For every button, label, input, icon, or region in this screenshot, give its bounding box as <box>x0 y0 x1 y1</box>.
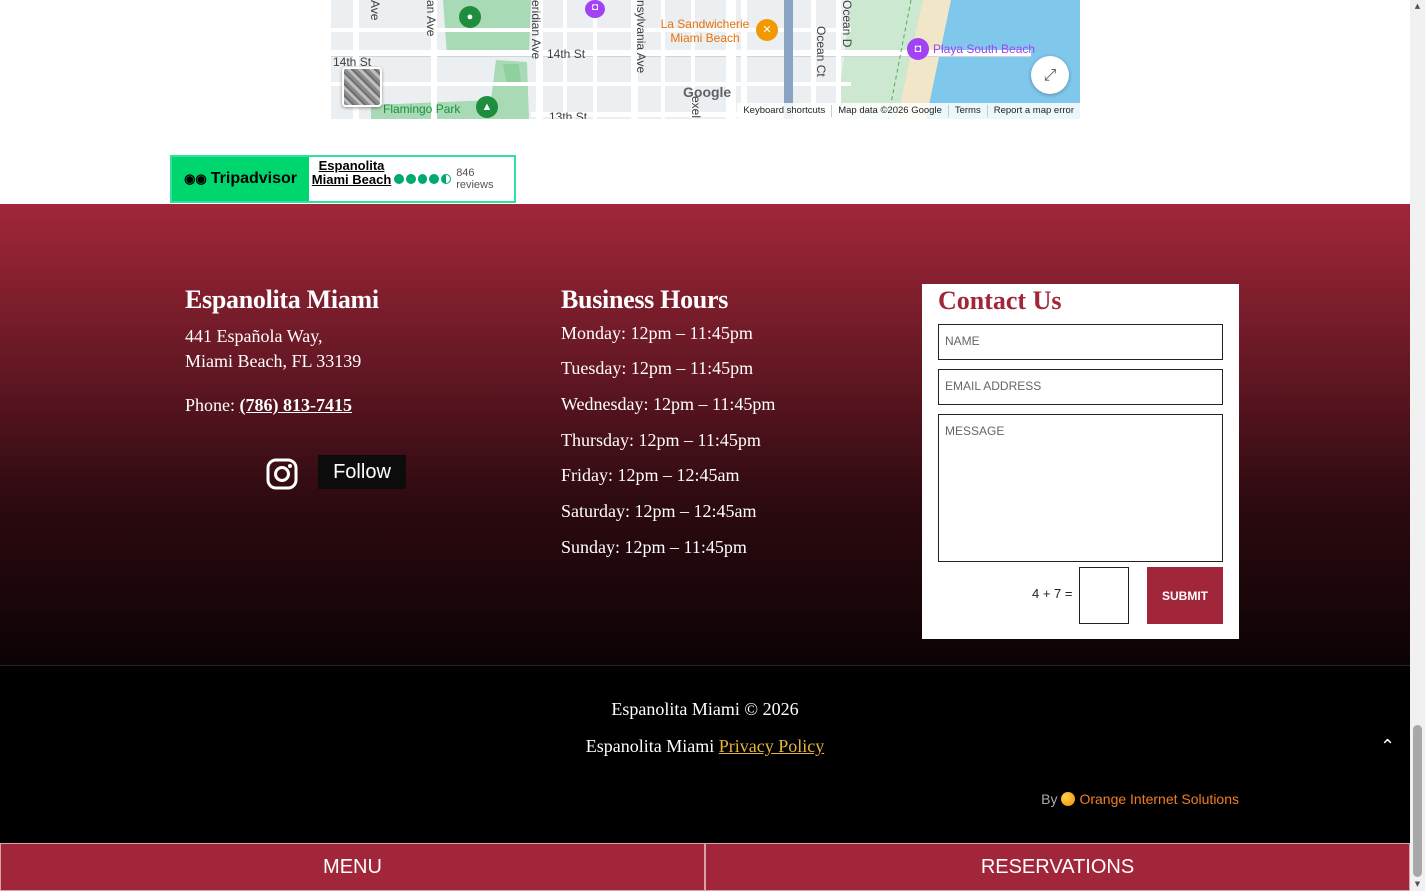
rating-bubble-icon <box>417 174 428 184</box>
report-map-error-link[interactable]: Report a map error <box>986 105 1080 117</box>
street-label: nsylvania Ave <box>634 0 648 74</box>
tripadvisor-widget[interactable]: ◉◉ Tripadvisor Espanolita Miami Beach 84… <box>170 155 516 203</box>
scrollbar[interactable]: ▲ ▼ <box>1410 0 1425 891</box>
copyright: Espanolita Miami © 2026 <box>611 699 799 719</box>
scroll-up-arrow-icon[interactable]: ▲ <box>1413 2 1422 10</box>
scrollbar-thumb[interactable] <box>1413 725 1422 877</box>
restaurant-pin-icon[interactable]: ✕ <box>756 19 778 41</box>
scroll-down-arrow-icon[interactable]: ▼ <box>1413 880 1422 888</box>
hours-friday: Friday: 12pm – 12:45am <box>561 465 740 485</box>
keyboard-shortcuts-link[interactable]: Keyboard shortcuts <box>737 105 831 117</box>
terms-link[interactable]: Terms <box>947 105 987 117</box>
map-embed[interactable]: Ave an Ave eridian Ave nsylvania Ave Oce… <box>331 0 1080 119</box>
submit-button[interactable]: SUBMIT <box>1147 567 1223 624</box>
business-hours-title: Business Hours <box>561 285 729 314</box>
google-logo: Google <box>683 84 732 100</box>
phone-line: Phone: (786) 813-7415 <box>185 395 352 416</box>
contact-form: Contact Us NAME EMAIL ADDRESS MESSAGE 4 … <box>922 284 1239 639</box>
poi-playa-south-beach[interactable]: Playa South Beach <box>933 42 1035 56</box>
street-label: an Ave <box>424 0 438 37</box>
tripadvisor-restaurant-link[interactable]: Espanolita Miami Beach <box>309 157 394 201</box>
map-data-text: Map data ©2026 Google <box>831 105 948 117</box>
camera-pin-icon[interactable]: ◘ <box>585 0 605 18</box>
message-field[interactable]: MESSAGE <box>938 414 1223 562</box>
captcha-input[interactable] <box>1079 567 1129 624</box>
tripadvisor-logo[interactable]: ◉◉ Tripadvisor <box>172 157 310 201</box>
street-label: Ave <box>368 0 382 21</box>
credit-line: By Orange Internet Solutions <box>1041 791 1239 807</box>
hours-monday: Monday: 12pm – 11:45pm <box>561 323 753 343</box>
poi-flamingo-park[interactable]: Flamingo Park <box>383 102 460 116</box>
orange-logo-icon <box>1061 792 1076 806</box>
tree-pin-icon[interactable]: ▲ <box>476 96 498 118</box>
poi-sandwicherie[interactable]: La Sandwicherie Miami Beach <box>650 17 760 45</box>
hours-tuesday: Tuesday: 12pm – 11:45pm <box>561 358 754 378</box>
rating-bubble-icon <box>393 174 404 184</box>
review-count: 846 reviews <box>456 167 494 191</box>
chevron-up-icon[interactable]: ⌃ <box>1380 736 1395 757</box>
map-attribution: Keyboard shortcuts Map data ©2026 Google… <box>737 103 1080 119</box>
tripadvisor-logo-text: Tripadvisor <box>210 170 298 187</box>
privacy-policy-link[interactable]: Privacy Policy <box>719 736 825 756</box>
tripadvisor-rating: 846 reviews <box>393 157 514 201</box>
rating-half-bubble-icon <box>441 174 452 184</box>
street-label: 14th St <box>547 47 586 61</box>
park-pin-icon[interactable]: ● <box>459 6 481 28</box>
instagram-follow-button[interactable]: Follow <box>318 455 406 489</box>
phone-label: Phone: <box>185 395 236 415</box>
street-label: eridian Ave <box>529 0 543 60</box>
fullscreen-icon[interactable]: ⤢ <box>1031 56 1069 94</box>
restaurant-title: Espanolita Miami <box>185 285 379 314</box>
name-field[interactable]: NAME <box>938 324 1223 360</box>
street-label: Ocean Ct <box>814 26 828 77</box>
hours-wednesday: Wednesday: 12pm – 11:45pm <box>561 394 776 414</box>
by-label: By <box>1041 791 1058 807</box>
satellite-toggle[interactable] <box>342 67 382 107</box>
instagram-icon[interactable] <box>264 456 300 492</box>
street-label: 13th St <box>549 110 588 119</box>
privacy-line: Espanolita Miami Privacy Policy <box>0 736 1410 757</box>
email-field[interactable]: EMAIL ADDRESS <box>938 369 1223 405</box>
captcha-question: 4 + 7 = <box>1032 586 1073 601</box>
hours-saturday: Saturday: 12pm – 12:45am <box>561 501 757 521</box>
hours-thursday: Thursday: 12pm – 11:45pm <box>561 430 761 450</box>
menu-button[interactable]: MENU <box>0 843 705 891</box>
orange-internet-solutions-link[interactable]: Orange Internet Solutions <box>1079 791 1239 807</box>
street-label: Ocean D <box>840 0 854 48</box>
camera-pin-icon[interactable]: ◘ <box>907 38 929 60</box>
contact-title: Contact Us <box>938 286 1062 315</box>
address-line-2: Miami Beach, FL 33139 <box>185 351 362 371</box>
footer-bottom: Espanolita Miami © 2026 Espanolita Miami… <box>0 665 1410 843</box>
privacy-prefix: Espanolita Miami <box>585 736 715 756</box>
phone-link[interactable]: (786) 813-7415 <box>240 395 352 415</box>
address-line-1: 441 Española Way, <box>185 326 323 346</box>
rating-bubble-icon <box>405 174 416 184</box>
tripadvisor-owl-icon: ◉◉ <box>184 171 207 186</box>
hours-sunday: Sunday: 12pm – 11:45pm <box>561 537 747 557</box>
reservations-button[interactable]: RESERVATIONS <box>705 843 1410 891</box>
rating-bubble-icon <box>429 174 440 184</box>
